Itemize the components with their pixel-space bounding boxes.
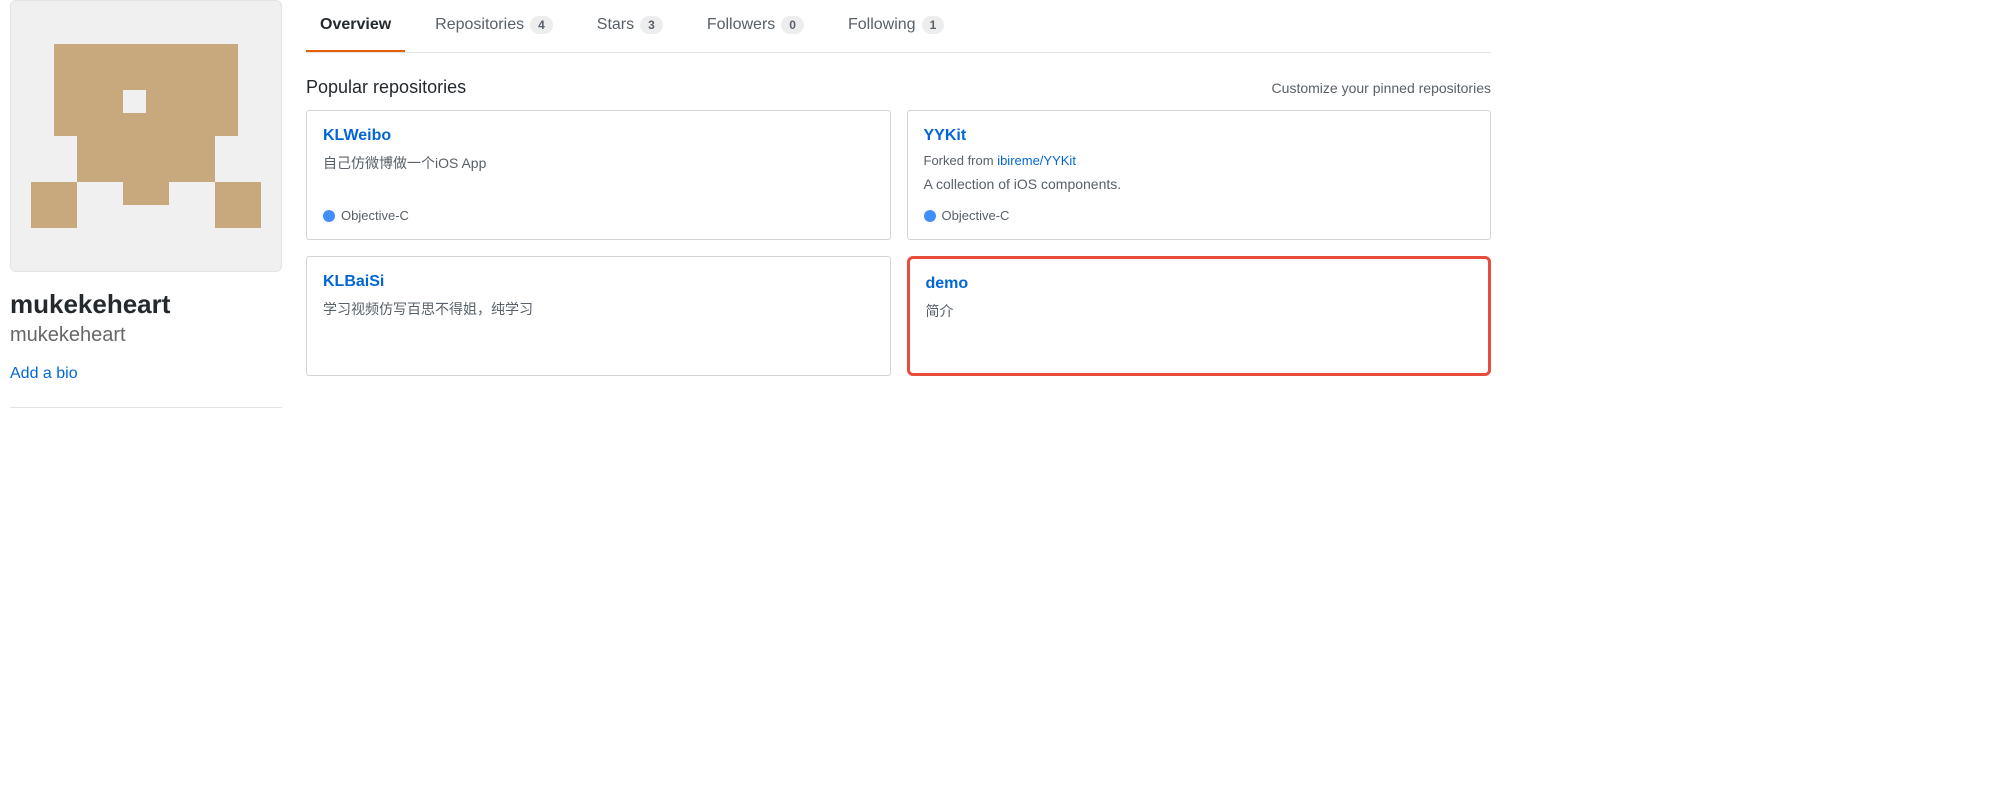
language-dot-icon	[323, 210, 335, 222]
repo-name-link[interactable]: KLBaiSi	[323, 273, 874, 291]
sidebar-divider	[10, 407, 282, 408]
tab-counter: 3	[640, 16, 663, 34]
repo-card: demo 简介	[907, 256, 1492, 376]
section-header: Popular repositories Customize your pinn…	[306, 77, 1491, 98]
repo-description: 自己仿微博做一个iOS App	[323, 153, 874, 192]
repo-meta: Objective-C	[924, 208, 1475, 223]
repo-name-link[interactable]: YYKit	[924, 127, 1475, 145]
tab-counter: 1	[922, 16, 945, 34]
tab-followers[interactable]: Followers 0	[693, 0, 818, 52]
identicon-icon	[31, 21, 261, 251]
profile-tabs: Overview Repositories 4 Stars 3 Follower…	[306, 0, 1491, 53]
tab-label: Followers	[707, 16, 775, 34]
repo-card: KLBaiSi 学习视频仿写百思不得姐，纯学习	[306, 256, 891, 376]
avatar[interactable]	[10, 0, 282, 272]
tab-label: Overview	[320, 16, 391, 34]
repo-card: KLWeibo 自己仿微博做一个iOS App Objective-C	[306, 110, 891, 240]
tab-counter: 0	[781, 16, 804, 34]
repo-card: YYKit Forked from ibireme/YYKit A collec…	[907, 110, 1492, 240]
profile-display-name: mukekeheart	[10, 288, 282, 321]
repo-language: Objective-C	[942, 208, 1010, 223]
tab-stars[interactable]: Stars 3	[583, 0, 677, 52]
tab-label: Following	[848, 16, 916, 34]
tab-label: Repositories	[435, 16, 524, 34]
repo-description: 简介	[926, 301, 1473, 341]
main-content: Overview Repositories 4 Stars 3 Follower…	[306, 0, 1491, 408]
tab-overview[interactable]: Overview	[306, 0, 405, 52]
repo-forked-from: Forked from ibireme/YYKit	[924, 153, 1475, 168]
tab-following[interactable]: Following 1	[834, 0, 958, 52]
repo-description: 学习视频仿写百思不得姐，纯学习	[323, 299, 874, 343]
pinned-repos-grid: KLWeibo 自己仿微博做一个iOS App Objective-C YYKi…	[306, 110, 1491, 376]
tab-counter: 4	[530, 16, 553, 34]
repo-language: Objective-C	[341, 208, 409, 223]
repo-meta: Objective-C	[323, 208, 874, 223]
tab-label: Stars	[597, 16, 634, 34]
language-dot-icon	[924, 210, 936, 222]
profile-username: mukekeheart	[10, 321, 282, 349]
repo-description: A collection of iOS components.	[924, 176, 1475, 192]
section-title: Popular repositories	[306, 77, 466, 98]
repo-name-link[interactable]: demo	[926, 275, 1473, 293]
forked-source-link[interactable]: ibireme/YYKit	[997, 153, 1076, 168]
tab-repositories[interactable]: Repositories 4	[421, 0, 567, 52]
profile-sidebar: mukekeheart mukekeheart Add a bio	[10, 0, 282, 408]
add-bio-link[interactable]: Add a bio	[10, 365, 78, 383]
customize-pinned-link[interactable]: Customize your pinned repositories	[1272, 80, 1491, 96]
repo-name-link[interactable]: KLWeibo	[323, 127, 874, 145]
